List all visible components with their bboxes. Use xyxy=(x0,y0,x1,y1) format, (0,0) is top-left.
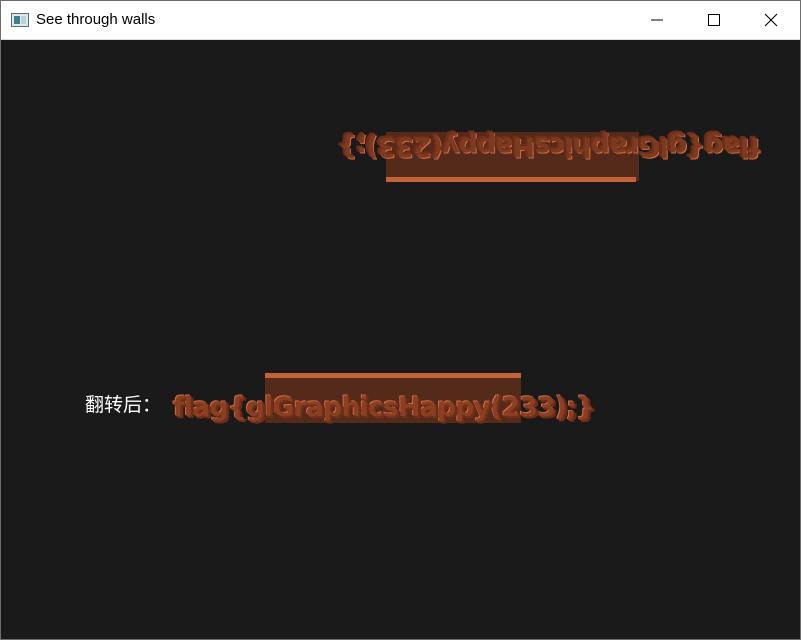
flipped-caption: 翻转后： xyxy=(85,395,162,416)
wall-box-top-edge xyxy=(386,177,636,182)
render-canvas[interactable]: flag{glGraphicsHappy(233);} 翻转后： flag{gl… xyxy=(1,40,800,639)
app-icon xyxy=(11,13,29,27)
flipped-3d-text: flag{glGraphicsHappy(233);} xyxy=(339,131,761,162)
normal-3d-text: flag{glGraphicsHappy(233);} xyxy=(173,392,595,423)
minimize-button[interactable] xyxy=(628,1,686,39)
window-title: See through walls xyxy=(36,11,156,28)
close-button[interactable] xyxy=(742,1,800,39)
wall-box-bottom-edge xyxy=(265,373,521,378)
minimize-icon xyxy=(651,19,663,21)
maximize-button[interactable] xyxy=(685,1,743,39)
app-window: See through walls flag{glGraphicsHappy(2… xyxy=(0,0,801,640)
maximize-icon xyxy=(708,14,720,26)
title-bar[interactable]: See through walls xyxy=(1,1,800,40)
close-icon xyxy=(764,13,778,27)
